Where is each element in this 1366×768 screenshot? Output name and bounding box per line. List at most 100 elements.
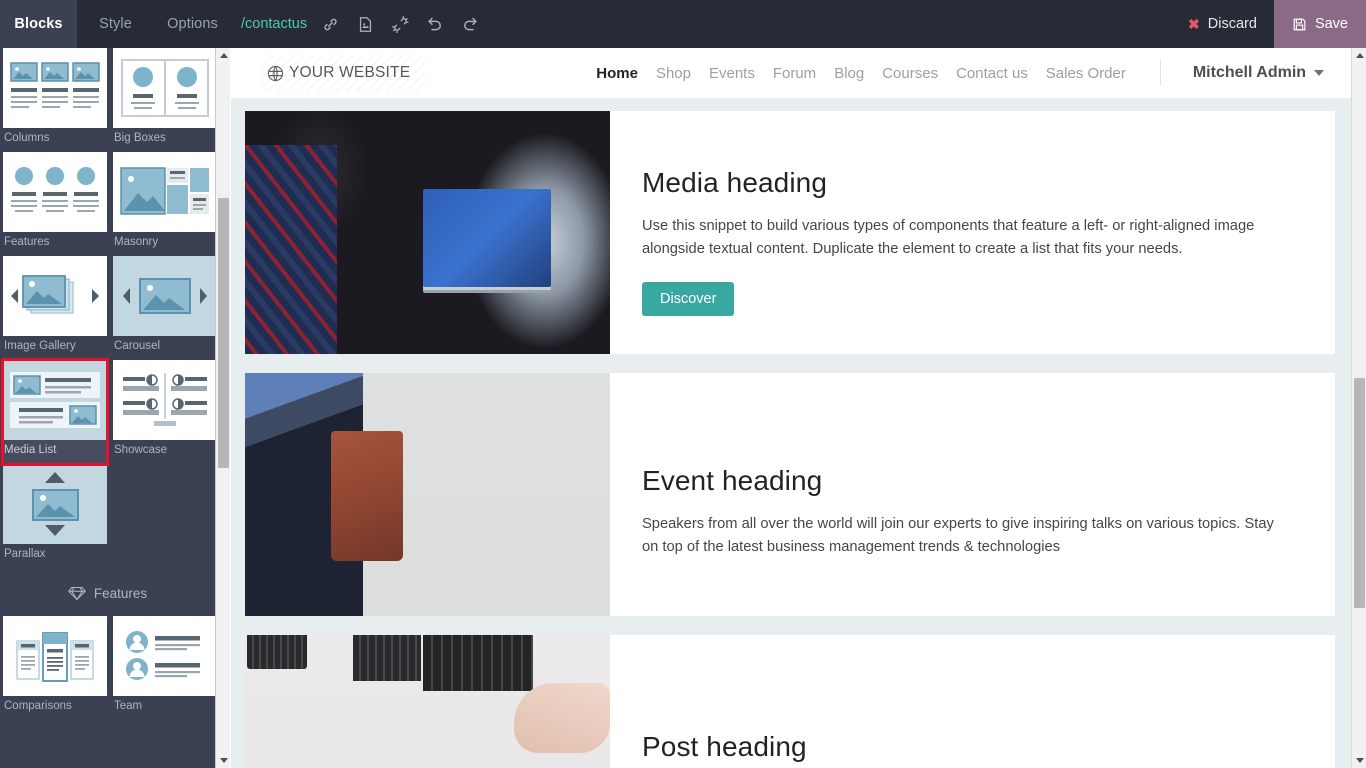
save-button-label: Save <box>1314 16 1348 32</box>
tab-style[interactable]: Style <box>77 0 154 48</box>
tab-style-label: Style <box>99 16 132 32</box>
blocks-sidebar: Columns Big Boxes Features Masonry Image… <box>0 48 215 768</box>
block-label-showcase: Showcase <box>114 444 168 456</box>
media-row-2-paragraph[interactable]: Speakers from all over the world will jo… <box>642 513 1293 559</box>
redo-icon[interactable] <box>461 15 479 33</box>
discard-button-label: Discard <box>1207 16 1257 32</box>
block-label-image-gallery: Image Gallery <box>4 340 76 352</box>
globe-icon <box>267 65 284 82</box>
block-label-columns: Columns <box>4 132 50 144</box>
block-label-features: Features <box>4 236 50 248</box>
nav-item-shop[interactable]: Shop <box>656 65 691 82</box>
business-meeting-photo[interactable] <box>245 111 610 354</box>
nav-item-blog[interactable]: Blog <box>834 65 864 82</box>
sidebar-scrollbar-thumb[interactable] <box>218 198 229 468</box>
media-row-1-paragraph[interactable]: Use this snippet to build various types … <box>642 215 1293 261</box>
chevron-down-icon <box>1314 70 1325 76</box>
image-gallery-thumb <box>3 256 107 336</box>
sidebar-scrollbar[interactable] <box>215 48 230 768</box>
block-item-masonry[interactable]: Masonry <box>113 152 215 256</box>
media-list-row-3[interactable]: Post heading <box>245 635 1335 768</box>
media-row-2-text: Event heading Speakers from all over the… <box>610 373 1335 616</box>
media-list-thumb <box>3 360 107 440</box>
nav-item-home[interactable]: Home <box>596 65 638 82</box>
website-preview: YOUR WEBSITE Home Shop Events Forum Blog… <box>231 48 1351 768</box>
parallax-thumb <box>3 464 107 544</box>
site-logo-text: YOUR WEBSITE <box>289 64 411 81</box>
block-label-masonry: Masonry <box>114 236 159 248</box>
block-item-team[interactable]: Team <box>113 616 215 720</box>
columns-thumb <box>3 48 107 128</box>
preview-scroll-down-arrow[interactable] <box>1352 753 1366 768</box>
laptops-desk-photo[interactable] <box>245 635 610 768</box>
features-thumb <box>3 152 107 232</box>
preview-scrollbar[interactable] <box>1351 48 1366 768</box>
media-list-row-2[interactable]: Event heading Speakers from all over the… <box>245 373 1335 616</box>
block-item-media-list[interactable]: Media List <box>1 358 109 466</box>
sidebar-scroll-down-arrow[interactable] <box>216 753 231 768</box>
diamond-icon <box>67 586 86 601</box>
comparisons-thumb <box>3 616 107 696</box>
unlink-icon[interactable] <box>391 15 409 33</box>
save-button[interactable]: Save <box>1273 0 1366 48</box>
site-header: YOUR WEBSITE Home Shop Events Forum Blog… <box>231 48 1351 99</box>
tab-options[interactable]: Options <box>154 0 231 48</box>
block-item-carousel[interactable]: Carousel <box>113 256 215 360</box>
block-label-parallax: Parallax <box>4 548 46 560</box>
close-icon: ✖ <box>1188 15 1200 32</box>
nav-item-sales-order[interactable]: Sales Order <box>1046 65 1126 82</box>
block-item-parallax[interactable]: Parallax <box>3 464 107 568</box>
media-row-2-heading[interactable]: Event heading <box>642 465 1293 497</box>
nav-item-events[interactable]: Events <box>709 65 755 82</box>
preview-scroll-up-arrow[interactable] <box>1352 48 1366 63</box>
page-url-path[interactable]: /contactus <box>241 0 307 48</box>
discover-button[interactable]: Discover <box>642 281 735 316</box>
media-list-row-1[interactable]: Media heading Use this snippet to build … <box>245 111 1335 354</box>
carousel-thumb <box>113 256 215 336</box>
businessman-briefcase-photo[interactable] <box>245 373 610 616</box>
media-row-1-heading[interactable]: Media heading <box>642 167 1293 199</box>
page-url-path-label: /contactus <box>241 16 308 32</box>
block-item-columns[interactable]: Columns <box>3 48 107 152</box>
block-item-showcase[interactable]: Showcase <box>113 360 215 464</box>
media-row-3-heading[interactable]: Post heading <box>642 731 1293 763</box>
nav-item-contact-us[interactable]: Contact us <box>956 65 1028 82</box>
image-icon[interactable] <box>356 15 374 33</box>
floppy-disk-icon <box>1292 17 1307 32</box>
nav-item-courses[interactable]: Courses <box>882 65 938 82</box>
tab-blocks[interactable]: Blocks <box>0 0 77 48</box>
user-menu[interactable]: Mitchell Admin <box>1192 64 1325 82</box>
block-label-carousel: Carousel <box>114 340 161 352</box>
preview-scrollbar-thumb[interactable] <box>1354 378 1365 608</box>
page-content: Media heading Use this snippet to build … <box>231 99 1351 768</box>
editor-root: Blocks Style Options /contactus ✖ Discar… <box>0 0 1366 768</box>
user-menu-label: Mitchell Admin <box>1192 64 1307 81</box>
feature-block-grid: Comparisons Team <box>0 610 215 720</box>
tab-blocks-label: Blocks <box>14 16 63 32</box>
masonry-thumb <box>113 152 215 232</box>
nav-item-forum[interactable]: Forum <box>773 65 816 82</box>
block-grid-structure: Columns Big Boxes Features Masonry Image… <box>0 48 215 568</box>
site-logo[interactable]: YOUR WEBSITE <box>261 54 427 92</box>
editor-topbar: Blocks Style Options /contactus ✖ Discar… <box>0 0 1366 48</box>
nav-divider <box>1159 60 1161 86</box>
block-item-image-gallery[interactable]: Image Gallery <box>3 256 107 360</box>
media-row-1-text: Media heading Use this snippet to build … <box>610 111 1335 354</box>
block-item-features[interactable]: Features <box>3 152 107 256</box>
blocks-sidebar-scroll-content: Columns Big Boxes Features Masonry Image… <box>0 48 215 720</box>
sidebar-section-features: Features <box>0 576 215 610</box>
sidebar-section-features-label: Features <box>93 585 148 601</box>
showcase-thumb <box>113 360 215 440</box>
link-icon[interactable] <box>321 15 339 33</box>
discard-button[interactable]: ✖ Discard <box>1171 0 1274 48</box>
block-label-team: Team <box>114 700 143 712</box>
site-nav: Home Shop Events Forum Blog Courses Cont… <box>596 60 1325 86</box>
grid-filler <box>113 464 215 568</box>
block-item-big-boxes[interactable]: Big Boxes <box>113 48 215 152</box>
block-label-media-list: Media List <box>4 444 57 456</box>
tab-options-label: Options <box>167 16 218 32</box>
undo-icon[interactable] <box>426 15 444 33</box>
sidebar-scroll-up-arrow[interactable] <box>216 48 231 63</box>
block-item-comparisons[interactable]: Comparisons <box>3 616 107 720</box>
